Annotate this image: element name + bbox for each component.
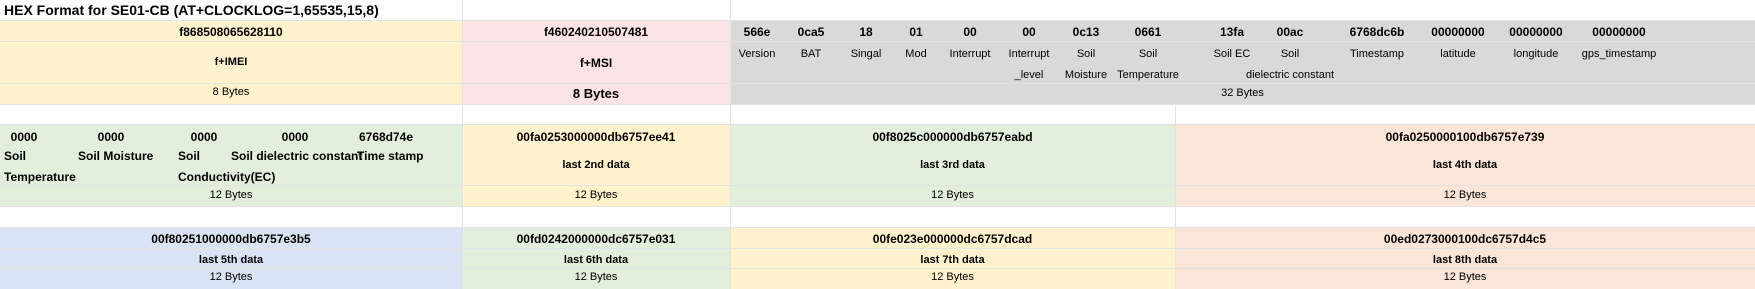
imei-size: 8 Bytes xyxy=(212,86,250,98)
grid-line xyxy=(0,20,1755,21)
grid-line xyxy=(0,227,1755,228)
page-title: HEX Format for SE01-CB (AT+CLOCKLOG=1,65… xyxy=(4,2,379,18)
record-block-4th: 00fa0250000100db6757e739 last 4th data 1… xyxy=(1175,124,1755,206)
field-hex: 6768dc6b xyxy=(1349,25,1405,39)
record-block-6th: 00fd0242000000dc6757e031 last 6th data 1… xyxy=(462,227,730,289)
record-size: 12 Bytes xyxy=(209,271,253,283)
grid-line xyxy=(0,83,1755,84)
grid-line xyxy=(0,124,1755,125)
record-field-hex: 0000 xyxy=(190,130,218,144)
grid-line xyxy=(0,248,1755,249)
record-field-hex: 0000 xyxy=(10,130,38,144)
record-field-label: Soil xyxy=(4,149,27,163)
record-size: 12 Bytes xyxy=(574,189,618,201)
field-hex: 00ac xyxy=(1276,25,1304,39)
grid-line xyxy=(0,104,1755,105)
record-field-hex: 0000 xyxy=(97,130,125,144)
record-label: last 4th data xyxy=(1432,159,1498,171)
record-label: last 3rd data xyxy=(920,159,985,171)
grid-line xyxy=(730,0,731,289)
record-field-label: Soil Moisture xyxy=(78,149,154,163)
record-block-2nd: 00fa0253000000db6757ee41 last 2nd data 1… xyxy=(462,124,730,206)
imsi-label: f+MSI xyxy=(579,56,613,70)
record-block-3rd: 00f8025c000000db6757eabd last 3rd data 1… xyxy=(730,124,1175,206)
field-hex: 00000000 xyxy=(1592,25,1646,39)
record-hex: 00fa0253000000db6757ee41 xyxy=(516,130,676,144)
grid-line xyxy=(1175,104,1176,289)
grid-line xyxy=(0,268,1755,269)
record-field-label: Soil dielectric constant xyxy=(231,149,363,163)
record-hex: 00fa0250000100db6757e739 xyxy=(1385,130,1545,144)
record-hex: 00fe023e000000dc6757dcad xyxy=(872,232,1033,246)
field-hex: 00000000 xyxy=(1509,25,1563,39)
grid-line xyxy=(462,0,463,289)
record-size: 12 Bytes xyxy=(931,189,974,201)
record-hex: 00fd0242000000dc6757e031 xyxy=(516,232,676,246)
record-size: 12 Bytes xyxy=(931,271,974,283)
record-field-label: Soil xyxy=(178,149,201,163)
imsi-size: 8 Bytes xyxy=(572,86,620,101)
grid-line xyxy=(0,185,1755,186)
record-hex: 00f8025c000000db6757eabd xyxy=(872,130,1033,144)
field-label: latitude xyxy=(1440,48,1476,60)
payload-size: 32 Bytes xyxy=(1221,87,1264,99)
first-record-size: 12 Bytes xyxy=(209,189,253,201)
record-block-7th: 00fe023e000000dc6757dcad last 7th data 1… xyxy=(730,227,1175,289)
record-size: 12 Bytes xyxy=(574,271,618,283)
grid-line xyxy=(0,41,1755,42)
field-label: gps_timestamp xyxy=(1581,48,1657,60)
record-field-hex: 0000 xyxy=(281,130,309,144)
record-size: 12 Bytes xyxy=(1443,189,1487,201)
imsi-block: f460240210507481 f+MSI 8 Bytes xyxy=(462,20,730,104)
field-label: Soil xyxy=(1280,48,1300,60)
record-label: last 2nd data xyxy=(562,159,630,171)
field-label: longitude xyxy=(1513,48,1559,60)
field-label-line2: dielectric constant xyxy=(1245,69,1335,81)
record-field-hex: 6768d74e xyxy=(358,130,414,144)
imei-block: f868508065628110 f+IMEI 8 Bytes xyxy=(0,20,462,104)
field-hex: 0661 xyxy=(1134,25,1162,39)
record-size: 12 Bytes xyxy=(1443,271,1487,283)
record-label: last 8th data xyxy=(1432,254,1498,266)
record-hex: 00ed0273000100dc6757d4c5 xyxy=(1383,232,1547,246)
record-field-label-line2: Conductivity(EC) xyxy=(178,170,276,184)
field-label: Soil xyxy=(1138,48,1158,60)
record-field-label: Time stamp xyxy=(357,149,424,163)
imsi-hex: f460240210507481 xyxy=(543,25,649,39)
field-hex: 00000000 xyxy=(1431,25,1485,39)
record-hex: 00f80251000000db6757e3b5 xyxy=(151,232,311,246)
field-label-line2: Temperature xyxy=(1117,69,1179,81)
imei-hex: f868508065628110 xyxy=(179,25,283,39)
record-label: last 6th data xyxy=(563,254,629,266)
record-label: last 5th data xyxy=(198,254,264,266)
imei-label: f+IMEI xyxy=(214,56,248,68)
record-label: last 7th data xyxy=(920,254,985,266)
field-label: Timestamp xyxy=(1350,48,1404,60)
record-field-label-line2: Temperature xyxy=(4,170,76,184)
record-block-8th: 00ed0273000100dc6757d4c5 last 8th data 1… xyxy=(1175,227,1755,289)
grid-line xyxy=(0,206,1755,207)
record-block-5th: 00f80251000000db6757e3b5 last 5th data 1… xyxy=(0,227,462,289)
